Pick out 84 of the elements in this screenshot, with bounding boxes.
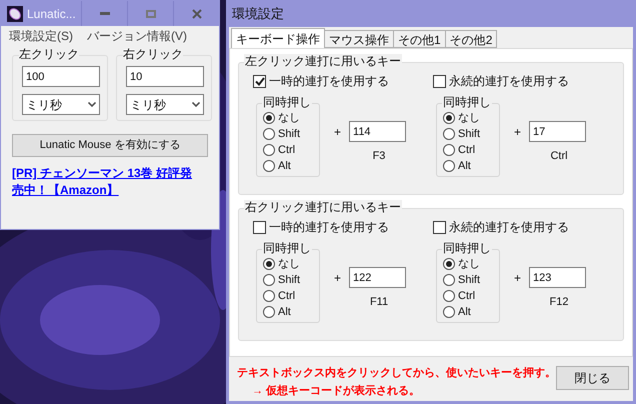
tab[interactable]: キーボード操作 (231, 28, 325, 48)
key-name: F11 (370, 295, 388, 310)
checkbox[interactable] (433, 220, 446, 234)
tab[interactable]: マウス操作 (325, 30, 394, 48)
radio-button[interactable] (263, 112, 275, 124)
section-title: 左クリック連打に用いるキー (244, 54, 402, 68)
key-code-field[interactable]: 17 (529, 121, 586, 142)
plus-sign: + (514, 124, 522, 140)
radio-label: Ctrl (458, 143, 476, 157)
key-code-field[interactable]: 122 (349, 267, 406, 288)
checkbox-label: 一時的連打を使用する (269, 73, 389, 90)
minimize-icon (100, 12, 110, 16)
checkbox-label: 永続的連打を使用する (449, 219, 569, 236)
radio-label: Alt (278, 159, 291, 173)
key-name: Ctrl (550, 149, 568, 164)
ad-link[interactable]: [PR] チェンソーマン 13巻 好評発売中！【Amazon】 (12, 165, 202, 199)
radio-button[interactable] (443, 160, 455, 172)
radio-label: なし (278, 111, 300, 125)
radio-button[interactable] (443, 128, 455, 140)
key-name: F12 (550, 295, 568, 310)
radio-button[interactable] (443, 258, 455, 270)
radio-button[interactable] (263, 306, 275, 318)
window-title: 環境設定 (232, 4, 284, 23)
plus-sign: + (334, 270, 342, 286)
key-code-field[interactable]: 123 (529, 267, 586, 288)
radio-label: Ctrl (278, 289, 296, 303)
checkbox-label: 一時的連打を使用する (269, 219, 389, 236)
unit-dropdown[interactable]: ミリ秒 (22, 94, 100, 115)
checkbox[interactable] (433, 74, 446, 88)
radio-button[interactable] (443, 274, 455, 286)
radio-label: Ctrl (458, 289, 476, 303)
radio-button[interactable] (443, 144, 455, 156)
radio-button[interactable] (263, 128, 275, 140)
interval-field[interactable]: 100 (22, 66, 100, 87)
radio-label: Ctrl (278, 143, 296, 157)
radio-button[interactable] (443, 112, 455, 124)
check-icon (254, 76, 264, 86)
checkbox[interactable] (253, 74, 266, 88)
radio-button[interactable] (263, 160, 275, 172)
radio-label: なし (278, 257, 300, 271)
radio-button[interactable] (443, 306, 455, 318)
radio-label: なし (458, 111, 480, 125)
tab[interactable]: その他1 (394, 30, 446, 48)
group-label: 右クリック (123, 47, 183, 61)
chevron-down-icon (88, 102, 96, 107)
radio-button[interactable] (443, 290, 455, 302)
radio-label: なし (458, 257, 480, 271)
tab[interactable]: その他2 (446, 30, 498, 48)
group-label: 同時押し (262, 95, 312, 109)
window-title: Lunatic... (27, 6, 77, 22)
group-label: 同時押し (262, 241, 312, 255)
group-label: 同時押し (442, 95, 492, 109)
close-button[interactable]: 閉じる (556, 366, 629, 390)
menu-item[interactable]: バージョン情報(V) (87, 27, 187, 45)
radio-button[interactable] (263, 258, 275, 270)
key-name: F3 (372, 149, 386, 164)
checkbox-label: 永続的連打を使用する (449, 73, 569, 90)
radio-label: Alt (458, 305, 471, 319)
radio-label: Shift (278, 127, 300, 141)
key-code-field[interactable]: 114 (349, 121, 406, 142)
group-label: 左クリック (19, 47, 79, 61)
maximize-icon (146, 10, 156, 18)
plus-sign: + (514, 270, 522, 286)
radio-button[interactable] (263, 144, 275, 156)
plus-sign: + (334, 124, 342, 140)
group-label: 同時押し (442, 241, 492, 255)
checkbox[interactable] (253, 220, 266, 234)
radio-label: Shift (458, 127, 480, 141)
enable-button[interactable]: Lunatic Mouse を有効にする (12, 134, 208, 157)
radio-label: Alt (278, 305, 291, 319)
unit-dropdown[interactable]: ミリ秒 (126, 94, 204, 115)
close-icon (192, 8, 202, 18)
section-title: 右クリック連打に用いるキー (244, 200, 402, 214)
hint-text: テキストボックス内をクリックしてから、使いたいキーを押す。 (237, 366, 556, 381)
radio-button[interactable] (263, 274, 275, 286)
radio-label: Alt (458, 159, 471, 173)
radio-button[interactable] (263, 290, 275, 302)
hint-text: → 仮想キーコードが表示される。 (252, 384, 422, 399)
radio-label: Shift (458, 273, 480, 287)
menu-item[interactable]: 環境設定(S) (9, 27, 73, 45)
chevron-down-icon (192, 102, 200, 107)
mouse-icon (7, 6, 23, 22)
radio-label: Shift (278, 273, 300, 287)
interval-field[interactable]: 10 (126, 66, 204, 87)
